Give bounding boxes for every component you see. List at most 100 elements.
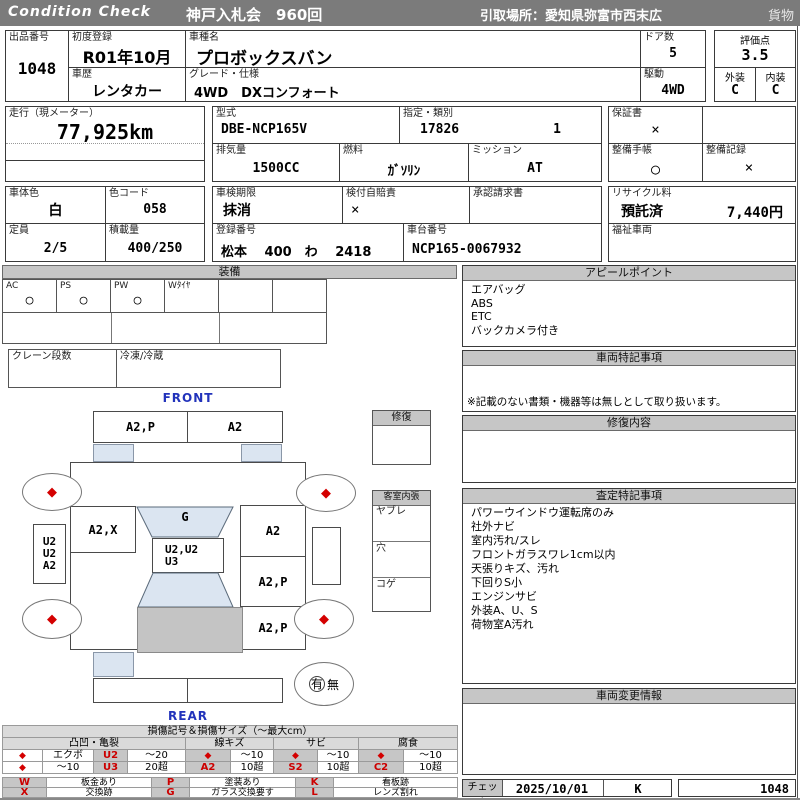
check-inspector: K <box>634 782 642 796</box>
damage-diamond-icon: ◆ <box>47 611 57 627</box>
exterior-grade: C <box>731 83 739 98</box>
field-inspection: 車検期限 抹消 <box>212 186 343 224</box>
field-value: DBE-NCP165V <box>221 122 308 137</box>
field-label: 排気量 <box>216 145 246 156</box>
damage-diamond-icon: ◆ <box>319 611 329 627</box>
field-label: 初度登録 <box>72 32 112 43</box>
legend-code-x: X <box>2 787 47 798</box>
field-grade: グレード・仕様 4WD DXコンフォート <box>185 67 643 102</box>
check-label: チェック <box>463 780 503 800</box>
field-value: 400/250 <box>127 241 183 256</box>
legend-code: S2 <box>273 761 318 774</box>
field-value: 抹消 <box>223 203 251 219</box>
field-welfare-vehicle: 福祉車両 <box>608 223 796 262</box>
vehicle-notes-panel: 車両特記事項 ※記載のない書類・機器等は無しとして取り扱います。 <box>462 350 796 412</box>
field-warranty-extra <box>702 106 796 144</box>
mileage-value: 77,925km <box>56 120 154 144</box>
field-lot-number: 出品番号 1048 <box>5 30 69 102</box>
field-mission: ミッション AT <box>468 143 602 182</box>
panel-title: 査定特記事項 <box>463 489 795 504</box>
check-date: 2025/10/01 <box>515 782 589 796</box>
field-label: 車種名 <box>189 32 219 43</box>
equipment-cell-pw: PW ○ <box>110 279 165 313</box>
equipment-cell-ps: PS ○ <box>56 279 111 313</box>
panel-title: 車両変更情報 <box>463 689 795 704</box>
field-registration-number: 登録番号 松本 400 わ 2418 <box>212 223 404 262</box>
field-model-name: 車種名 プロボックスバン <box>185 30 643 69</box>
spare-have-circled: 有 <box>308 676 325 692</box>
field-value: 058 <box>143 202 167 217</box>
field-value: × <box>351 202 360 218</box>
field-label: 評価点 <box>740 36 770 47</box>
field-score-block: 評価点 3.5 外装 C 内装 C <box>714 30 796 102</box>
spare-none: 無 <box>326 677 339 692</box>
appeal-item: ETC <box>471 310 492 323</box>
wheel-front-right: ◆ <box>296 474 356 512</box>
legend-code: A2 <box>185 761 231 774</box>
assessment-notes-panel: 査定特記事項 パワーウインドウ運転席のみ 社外ナビ 室内汚れ/スレ フロントガラ… <box>462 488 796 684</box>
field-body-color: 車体色 白 <box>5 186 106 224</box>
field-label: 登録番号 <box>216 225 256 236</box>
assessment-item: 荷物室A汚れ <box>471 618 534 631</box>
assessment-item: パワーウインドウ運転席のみ <box>471 506 614 519</box>
diagram-right-fender: A2 <box>240 505 306 557</box>
panel-title: 車両特記事項 <box>463 351 795 366</box>
assessment-item: エンジンサビ <box>471 590 537 603</box>
diagram-front-bumper-right: A2 <box>187 411 283 443</box>
vehicle-notes-footnote: ※記載のない書類・機器等は無しとして取り扱います。 <box>467 396 727 408</box>
field-value: × <box>651 122 660 138</box>
field-displacement: 排気量 1500CC <box>212 143 340 182</box>
wheel-rear-left: ◆ <box>22 599 82 639</box>
field-mileage: 走行（現メーター） 77,925km <box>5 106 205 182</box>
field-load: 積載量 400/250 <box>105 223 205 262</box>
front-direction-label: FRONT <box>162 391 214 405</box>
legend-size: 10超 <box>403 761 458 774</box>
legend-code-label: ガラス交換要す <box>189 787 296 798</box>
legend-code: C2 <box>358 761 404 774</box>
diagram-right-door: A2,P <box>240 556 306 607</box>
equipment-cell-empty <box>218 279 273 313</box>
appeal-item: エアバッグ <box>471 283 526 296</box>
equipment-section-header: 装備 <box>2 265 457 279</box>
sheet-right-edge <box>797 26 798 798</box>
diagram-right-side-sill <box>312 527 341 585</box>
legend-symbol: ◆ <box>2 761 43 774</box>
assessment-item: フロントガラスワレ1cm以内 <box>471 548 616 561</box>
field-label: 承認請求書 <box>473 188 523 199</box>
field-freezer: 冷凍/冷蔵 <box>116 349 281 388</box>
appeal-points-list: エアバッグ ABS ETC バックカメラ付き <box>463 281 795 339</box>
field-crane-stages: クレーン段数 <box>8 349 117 388</box>
windshield-mark: G <box>181 510 189 524</box>
field-value: × <box>744 160 754 176</box>
brand-title: Condition Check <box>8 4 151 20</box>
appeal-points-panel: アピールポイント エアバッグ ABS ETC バックカメラ付き <box>462 265 796 347</box>
field-label: 定員 <box>9 225 29 236</box>
field-fuel: 燃料 ｶﾞｿﾘﾝ <box>339 143 469 182</box>
field-value: プロボックスバン <box>196 49 333 69</box>
field-first-registration: 初度登録 R01年10月 <box>68 30 186 68</box>
legend-size: 10超 <box>230 761 274 774</box>
field-label: リサイクル料 <box>612 188 672 199</box>
field-label: 整備手帳 <box>612 145 652 156</box>
damage-diamond-icon: ◆ <box>321 485 331 501</box>
cabin-lining-row: 穴 <box>373 541 430 577</box>
field-value: 5 <box>669 46 677 61</box>
appeal-item: バックカメラ付き <box>471 323 559 337</box>
cabin-lining-row: コゲ <box>373 577 430 612</box>
assessment-item: 室内汚れ/スレ <box>471 534 541 547</box>
equipment-row2 <box>2 312 327 344</box>
assessment-item: 外装A、U、S <box>471 604 538 617</box>
check-lot-number: 1048 <box>678 779 796 797</box>
field-value: 1048 <box>17 59 57 78</box>
taillight-left-glass <box>93 652 134 677</box>
field-model-code: 型式 DBE-NCP165V <box>212 106 400 144</box>
diagram-rear-bumper-right <box>187 678 283 703</box>
headlight-right-glass <box>241 444 282 462</box>
field-value: 松本 400 わ 2418 <box>221 245 372 260</box>
field-color-code: 色コード 058 <box>105 186 205 224</box>
field-chassis-number: 車台番号 NCP165-0067932 <box>403 223 602 262</box>
field-label: 福祉車両 <box>612 225 652 236</box>
field-capacity: 定員 2/5 <box>5 223 106 262</box>
auction-condition-sheet: Condition Check 神戸入札会 960回 引取場所：愛知県弥富市西末… <box>0 0 800 800</box>
spare-tire-indicator: 有無 <box>294 662 354 706</box>
